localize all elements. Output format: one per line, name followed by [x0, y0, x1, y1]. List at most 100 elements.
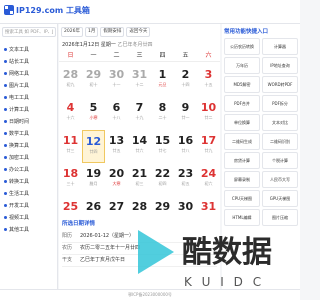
calendar-day[interactable]: 11 廿三 — [59, 130, 82, 163]
quick-tool-button[interactable]: 万年历 — [224, 57, 260, 74]
sidebar-item-label: 视频工具 — [9, 215, 30, 221]
lunar-label: 廿三 — [66, 148, 75, 153]
quick-tool-button[interactable]: 房贷计算 — [224, 152, 260, 169]
quick-tool-button[interactable]: 图片压缩 — [262, 209, 298, 226]
search-input[interactable]: 搜索工具 如 PDF、IP、J — [2, 27, 56, 37]
calendar-day-today[interactable]: 12 廿四 — [82, 130, 105, 163]
day-number: 17 — [200, 134, 217, 147]
lunar-label: 廿五 — [112, 148, 121, 153]
month-select[interactable]: 1月 — [84, 27, 99, 37]
quick-tool-button[interactable]: 公历农历转换 — [224, 38, 260, 55]
quick-tool-button[interactable]: PDF拆分 — [262, 95, 298, 112]
bullet-icon — [4, 216, 7, 219]
calendar-day[interactable]: 22 初四 — [151, 163, 174, 196]
quick-tool-button[interactable]: 人民币大写 — [262, 171, 298, 188]
year-select[interactable]: 2026年 — [61, 27, 83, 37]
holiday-select[interactable]: 假期安排 — [100, 27, 125, 37]
calendar-day[interactable]: 29 初十 — [82, 64, 105, 97]
sidebar-item-label: 换算工具 — [9, 143, 30, 149]
sidebar-item[interactable]: 站长工具 — [4, 56, 29, 68]
calendar-day[interactable]: 21 初三 — [128, 163, 151, 196]
calendar-day[interactable]: 31 十二 — [128, 64, 151, 97]
lunar-label: 廿八 — [181, 148, 190, 153]
day-number: 28 — [62, 68, 79, 81]
calendar-day[interactable]: 23 初五 — [174, 163, 197, 196]
sidebar-item[interactable]: 视频工具 — [4, 212, 29, 224]
quick-tool-button[interactable]: 计算器 — [262, 38, 298, 55]
calendar-day[interactable]: 18 三十 — [59, 163, 82, 196]
bullet-icon — [4, 96, 7, 99]
sidebar-item[interactable]: 生活工具 — [4, 188, 29, 200]
sidebar-item[interactable]: 电工工具 — [4, 92, 29, 104]
calendar-day[interactable]: 8 二十 — [151, 97, 174, 130]
lunar-label: 大寒 — [112, 181, 121, 186]
calendar-day[interactable]: 7 十九 — [128, 97, 151, 130]
day-number: 1 — [158, 68, 167, 81]
sidebar-item[interactable]: 加密工具 — [4, 152, 29, 164]
day-number: 31 — [200, 200, 217, 213]
footer[interactable]: 鄂ICP备2023000000号 — [0, 289, 300, 300]
calendar-day[interactable]: 15 廿七 — [151, 130, 174, 163]
calendar-day[interactable]: 14 廿六 — [128, 130, 151, 163]
sidebar-item[interactable]: 日期时间 — [4, 116, 29, 128]
calendar-day[interactable]: 6 十八 — [105, 97, 128, 130]
sidebar-item-label: 日期时间 — [9, 119, 30, 125]
sidebar-item[interactable]: 数学工具 — [4, 128, 29, 140]
calendar-day[interactable]: 3 十五 — [197, 64, 220, 97]
calendar-day[interactable]: 9 廿一 — [174, 97, 197, 130]
sidebar-item[interactable]: 计算工具 — [4, 104, 29, 116]
calendar-day[interactable]: 5 小寒 — [82, 97, 105, 130]
quick-tool-button[interactable]: 个税计算 — [262, 152, 298, 169]
quick-tool-button[interactable]: GPU天梯图 — [262, 190, 298, 207]
sidebar-item[interactable]: 转换工具 — [4, 176, 29, 188]
weekday-header: 日一二三四五六 — [59, 50, 220, 62]
day-number: 18 — [62, 167, 79, 180]
calendar-day[interactable]: 20 大寒 — [105, 163, 128, 196]
sidebar-item[interactable]: 图片工具 — [4, 80, 29, 92]
sidebar-item-label: 开发工具 — [9, 203, 30, 209]
quick-tool-button[interactable]: CPU天梯图 — [224, 190, 260, 207]
quick-tool-button[interactable]: 文本对比 — [262, 114, 298, 131]
calendar-day[interactable]: 4 十六 — [59, 97, 82, 130]
calendar-day[interactable]: 17 廿九 — [197, 130, 220, 163]
quick-tool-button[interactable]: WORD转PDF — [262, 76, 298, 93]
day-number: 30 — [177, 200, 194, 213]
site-title[interactable]: IP129.com 工具箱 — [16, 5, 90, 16]
lunar-label: 廿二 — [204, 115, 213, 120]
sidebar-item[interactable]: 办公工具 — [4, 164, 29, 176]
sidebar-item[interactable]: 换算工具 — [4, 140, 29, 152]
quick-tool-button[interactable]: HTML编辑 — [224, 209, 260, 226]
quick-tool-button[interactable]: 二维码识别 — [262, 133, 298, 150]
back-today-button[interactable]: 返回今天 — [126, 27, 151, 37]
weekday-label: 六 — [205, 52, 212, 59]
calendar-day[interactable]: 16 廿八 — [174, 130, 197, 163]
calendar-day[interactable]: 13 廿五 — [105, 130, 128, 163]
lunar-label: 二十 — [158, 115, 167, 120]
day-number: 13 — [108, 134, 125, 147]
calendar-day[interactable]: 1 元旦 — [151, 64, 174, 97]
sidebar-item[interactable]: 其他工具 — [4, 224, 29, 236]
day-number: 20 — [108, 167, 125, 180]
calendar-day[interactable]: 28 初九 — [59, 64, 82, 97]
quick-tool-button[interactable]: 二维码生成 — [224, 133, 260, 150]
calendar-day[interactable]: 24 初六 — [197, 163, 220, 196]
quick-tool-button[interactable]: 屏幕录制 — [224, 171, 260, 188]
quick-tool-button[interactable]: 单位换算 — [224, 114, 260, 131]
day-number: 8 — [158, 101, 167, 114]
calendar-day[interactable]: 30 十一 — [105, 64, 128, 97]
day-number: 21 — [131, 167, 148, 180]
sidebar-item[interactable]: 网络工具 — [4, 68, 29, 80]
sidebar-item[interactable]: 开发工具 — [4, 200, 29, 212]
calendar-day[interactable]: 2 十四 — [174, 64, 197, 97]
bullet-icon — [4, 156, 7, 159]
quick-tool-button[interactable]: PDF合并 — [224, 95, 260, 112]
quick-tool-button[interactable]: MD5解密 — [224, 76, 260, 93]
calendar-day[interactable]: 10 廿二 — [197, 97, 220, 130]
lunar-label: 元旦 — [158, 82, 167, 87]
sidebar-item-label: 办公工具 — [9, 167, 30, 173]
calendar-day[interactable]: 19 腊月 — [82, 163, 105, 196]
sidebar-item[interactable]: 文本工具 — [4, 44, 29, 56]
day-number: 15 — [154, 134, 171, 147]
quick-tool-button[interactable]: IP地址查询 — [262, 57, 298, 74]
calendar-grid: 28 初九 29 初十 30 十一 31 十二 1 元旦 2 十四 3 十五 4 十六 5 小寒 6 十八 7 十九 8 二十… — [59, 64, 220, 229]
